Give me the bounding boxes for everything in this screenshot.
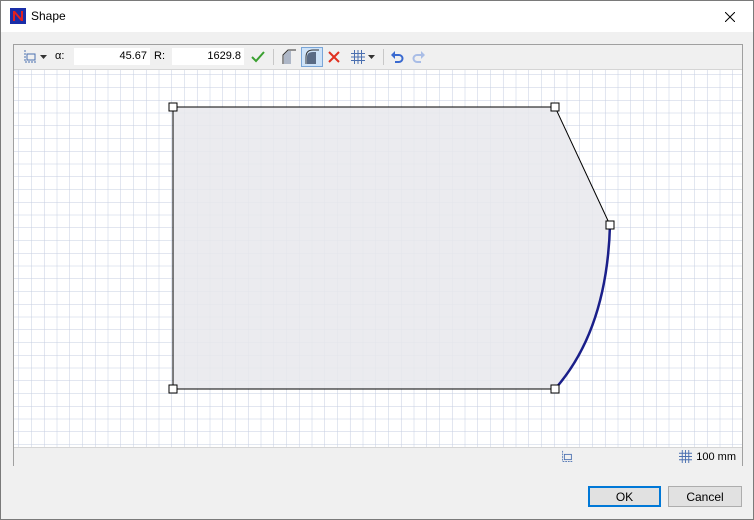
shape-editor: α: 45.67 R: 1629.8 100 mm: [13, 44, 743, 466]
shape-menu-button[interactable]: [18, 47, 50, 67]
vertex-handle[interactable]: [550, 384, 560, 394]
shape-select-icon: [562, 450, 574, 462]
round-corner-icon: [305, 49, 319, 64]
close-button[interactable]: [707, 1, 753, 32]
chamfer-icon: [282, 49, 296, 64]
chevron-down-icon: [368, 55, 375, 59]
apply-button[interactable]: [248, 47, 268, 67]
cancel-button[interactable]: Cancel: [668, 486, 742, 507]
window-title: Shape: [31, 9, 66, 23]
shape-dialog: Shape α: 45.67 R: 1629.8 100 mm OK Cance…: [0, 0, 754, 520]
chamfer-button[interactable]: [279, 47, 299, 67]
undo-button[interactable]: [388, 47, 406, 67]
shape-select-icon: [24, 50, 37, 63]
round-corner-button[interactable]: [301, 47, 323, 67]
redo-icon: [412, 51, 425, 63]
vertex-handle[interactable]: [550, 102, 560, 112]
radius-label: R:: [154, 50, 165, 62]
close-icon: [725, 11, 735, 22]
editor-status-bar: 100 mm: [14, 447, 742, 466]
chevron-down-icon: [39, 55, 47, 59]
alpha-label: α:: [55, 50, 65, 62]
vertex-handle[interactable]: [168, 384, 178, 394]
grid-size-indicator: 100 mm: [679, 450, 736, 463]
delete-icon: [328, 51, 340, 63]
title-bar: Shape: [1, 1, 753, 32]
delete-button[interactable]: [325, 47, 343, 67]
shape-polygon[interactable]: [173, 107, 610, 389]
grid-icon: [679, 450, 693, 463]
vertex-handle[interactable]: [605, 220, 615, 230]
editor-toolbar: α: 45.67 R: 1629.8: [14, 45, 742, 70]
grid-size-label: 100 mm: [696, 450, 736, 463]
undo-icon: [391, 51, 404, 63]
toolbar-separator: [383, 49, 384, 65]
grid-icon: [351, 50, 365, 64]
grid-menu-button[interactable]: [347, 47, 379, 67]
vertex-handle[interactable]: [168, 102, 178, 112]
ok-button[interactable]: OK: [588, 486, 661, 507]
alpha-input[interactable]: 45.67: [74, 48, 150, 65]
n-logo-icon: [10, 8, 26, 24]
redo-button[interactable]: [410, 47, 428, 67]
toolbar-separator: [273, 49, 274, 65]
radius-input[interactable]: 1629.8: [172, 48, 244, 65]
checkmark-icon: [251, 51, 265, 63]
drawing-canvas[interactable]: [14, 70, 742, 447]
